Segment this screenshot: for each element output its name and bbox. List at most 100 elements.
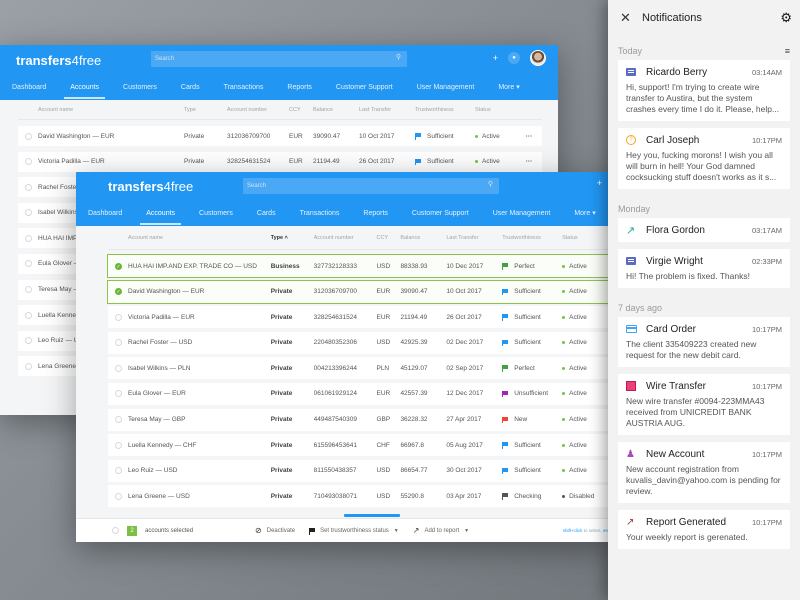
account-name[interactable]: David Washington — EUR: [128, 288, 271, 295]
row-checkbox[interactable]: [25, 132, 32, 140]
row-checkbox[interactable]: [115, 390, 122, 398]
row-checkbox[interactable]: [115, 339, 122, 347]
column-header-last-transfer[interactable]: Last Transfer: [446, 235, 502, 241]
row-checkbox[interactable]: [115, 441, 122, 449]
account-name[interactable]: Isabel Wilkins — PLN: [128, 365, 271, 372]
row-checkbox[interactable]: [25, 337, 32, 345]
row-checkbox[interactable]: [115, 492, 122, 500]
column-header-ccy[interactable]: CCY: [376, 235, 400, 241]
row-checkbox[interactable]: [25, 209, 32, 217]
deactivate-button[interactable]: ⊘ Deactivate: [255, 526, 295, 535]
notification-card[interactable]: Ricardo Berry 03:14AM Hi, support! I'm try…: [618, 60, 790, 121]
row-checkbox[interactable]: [115, 416, 122, 424]
row-checkbox[interactable]: [25, 158, 32, 166]
tab-more[interactable]: More ▾: [486, 75, 531, 100]
row-checkbox[interactable]: [115, 313, 122, 321]
account-name[interactable]: Victoria Padilla — EUR: [38, 158, 184, 165]
row-checkbox[interactable]: [25, 362, 32, 370]
tab-transactions[interactable]: Transactions: [212, 75, 276, 100]
logo[interactable]: transfers4free: [16, 53, 101, 68]
account-name[interactable]: Leo Ruiz — USD: [128, 467, 271, 474]
table-row[interactable]: Rachel Foster — USD Private 220480352306 US…: [108, 331, 608, 354]
notification-card[interactable]: ↗ Flora Gordon 03:17AM: [618, 218, 790, 242]
notification-card[interactable]: ? Carl Joseph 10:17PM Hey you, fucking moro…: [618, 128, 790, 189]
row-checkbox[interactable]: [25, 260, 32, 268]
row-checkbox[interactable]: [25, 183, 32, 191]
tab-accounts[interactable]: Accounts: [58, 75, 111, 100]
column-header-trustworthiness[interactable]: Trustworthiness: [415, 107, 475, 113]
set-trustworthiness-dropdown[interactable]: Set trustworthiness status ▼: [309, 527, 399, 535]
table-row[interactable]: Luella Kennedy — CHF Private 615596453641 C…: [108, 434, 608, 457]
bell-icon[interactable]: ●: [508, 52, 520, 64]
scroll-indicator[interactable]: [344, 514, 400, 517]
column-header-status[interactable]: Status: [562, 235, 608, 241]
add-button[interactable]: +: [597, 178, 602, 188]
account-name[interactable]: Teresa May — GBP: [128, 416, 271, 423]
row-checkbox[interactable]: [25, 311, 32, 319]
column-header-balance[interactable]: Balance: [313, 107, 359, 113]
gear-icon[interactable]: ⚙: [780, 10, 792, 26]
row-checkbox[interactable]: ✓: [115, 288, 122, 296]
select-all-checkbox[interactable]: [112, 527, 119, 534]
tab-customers[interactable]: Customers: [111, 75, 169, 100]
row-checkbox[interactable]: ✓: [115, 262, 122, 270]
column-header-type[interactable]: Type: [184, 107, 227, 113]
add-to-report-dropdown[interactable]: ↗ Add to report ▼: [413, 526, 469, 535]
account-name[interactable]: David Washington — EUR: [38, 133, 184, 140]
table-row[interactable]: Isabel Wilkins — PLN Private 004213396244 P…: [108, 357, 608, 380]
account-name[interactable]: HUA HAI IMP.AND EXP. TRADE CO — USD: [128, 263, 271, 270]
notification-card[interactable]: ↗ Report Generated 10:17PM Your weekly repo…: [618, 510, 790, 549]
row-checkbox[interactable]: [25, 286, 32, 294]
tab-customer-support[interactable]: Customer Support: [324, 75, 405, 100]
table-row[interactable]: Victoria Padilla — EUR Private 32825463152…: [108, 306, 608, 329]
column-header-type[interactable]: Type ˄: [271, 235, 314, 241]
account-name[interactable]: Rachel Foster — USD: [128, 339, 271, 346]
column-header-status[interactable]: Status: [475, 107, 521, 113]
table-row[interactable]: Lena Greene — USD Private 710493038071 USD 5…: [108, 485, 608, 508]
search-input[interactable]: Search ⚲: [151, 51, 407, 67]
row-checkbox[interactable]: [115, 467, 122, 475]
table-row[interactable]: ✓ HUA HAI IMP.AND EXP. TRADE CO — USD Busi…: [107, 254, 609, 278]
more-actions-icon[interactable]: ···: [521, 133, 537, 140]
account-name[interactable]: Eula Glover — EUR: [128, 390, 271, 397]
avatar[interactable]: [530, 50, 546, 66]
tab-cards[interactable]: Cards: [245, 201, 288, 226]
table-row[interactable]: David Washington — EUR Private 31203670970…: [18, 126, 542, 146]
tab-customer-support[interactable]: Customer Support: [400, 201, 481, 226]
column-header-ccy[interactable]: CCY: [289, 107, 313, 113]
tab-reports[interactable]: Reports: [351, 201, 400, 226]
table-row[interactable]: ✓ David Washington — EUR Private 3120367097…: [107, 279, 609, 304]
notification-card[interactable]: Wire Transfer 10:17PM New wire transfer #0…: [618, 374, 790, 435]
tab-dashboard[interactable]: Dashboard: [0, 75, 58, 100]
account-name[interactable]: Luella Kennedy — CHF: [128, 442, 271, 449]
more-actions-icon[interactable]: ···: [521, 158, 537, 165]
tab-user-management[interactable]: User Management: [481, 201, 563, 226]
sort-icon[interactable]: ≡: [785, 46, 790, 56]
column-header-account-number[interactable]: Account number: [314, 235, 377, 241]
column-header-account-name[interactable]: Account name: [128, 235, 271, 241]
logo[interactable]: transfers4free: [108, 179, 193, 194]
tab-dashboard[interactable]: Dashboard: [76, 201, 134, 226]
add-button[interactable]: +: [493, 53, 498, 63]
table-row[interactable]: Eula Glover — EUR Private 061061929124 EUR 4…: [108, 382, 608, 405]
table-row[interactable]: Teresa May — GBP Private 449487540309 GBP 36…: [108, 408, 608, 431]
tab-cards[interactable]: Cards: [169, 75, 212, 100]
account-name[interactable]: Victoria Padilla — EUR: [128, 314, 271, 321]
notification-card[interactable]: Virgie Wright 02:33PM Hi! The problem is f…: [618, 249, 790, 288]
column-header-balance[interactable]: Balance: [400, 235, 446, 241]
row-checkbox[interactable]: [115, 364, 122, 372]
column-header-account-name[interactable]: Account name: [38, 107, 184, 113]
tab-accounts[interactable]: Accounts: [134, 201, 187, 226]
close-icon[interactable]: ✕: [620, 10, 631, 26]
tab-transactions[interactable]: Transactions: [288, 201, 352, 226]
search-input[interactable]: Search ⚲: [243, 178, 499, 194]
tab-more[interactable]: More ▾: [562, 201, 607, 226]
notification-card[interactable]: ♟ New Account 10:17PM New account registrat…: [618, 442, 790, 503]
notification-card[interactable]: Card Order 10:17PM The client 335409223 cr…: [618, 317, 790, 367]
account-name[interactable]: Lena Greene — USD: [128, 493, 271, 500]
table-row[interactable]: Leo Ruiz — USD Private 811550438357 USD 8665…: [108, 459, 608, 482]
row-checkbox[interactable]: [25, 234, 32, 242]
tab-customers[interactable]: Customers: [187, 201, 245, 226]
table-row[interactable]: Victoria Padilla — EUR Private 32825463152…: [18, 151, 542, 172]
tab-reports[interactable]: Reports: [275, 75, 324, 100]
